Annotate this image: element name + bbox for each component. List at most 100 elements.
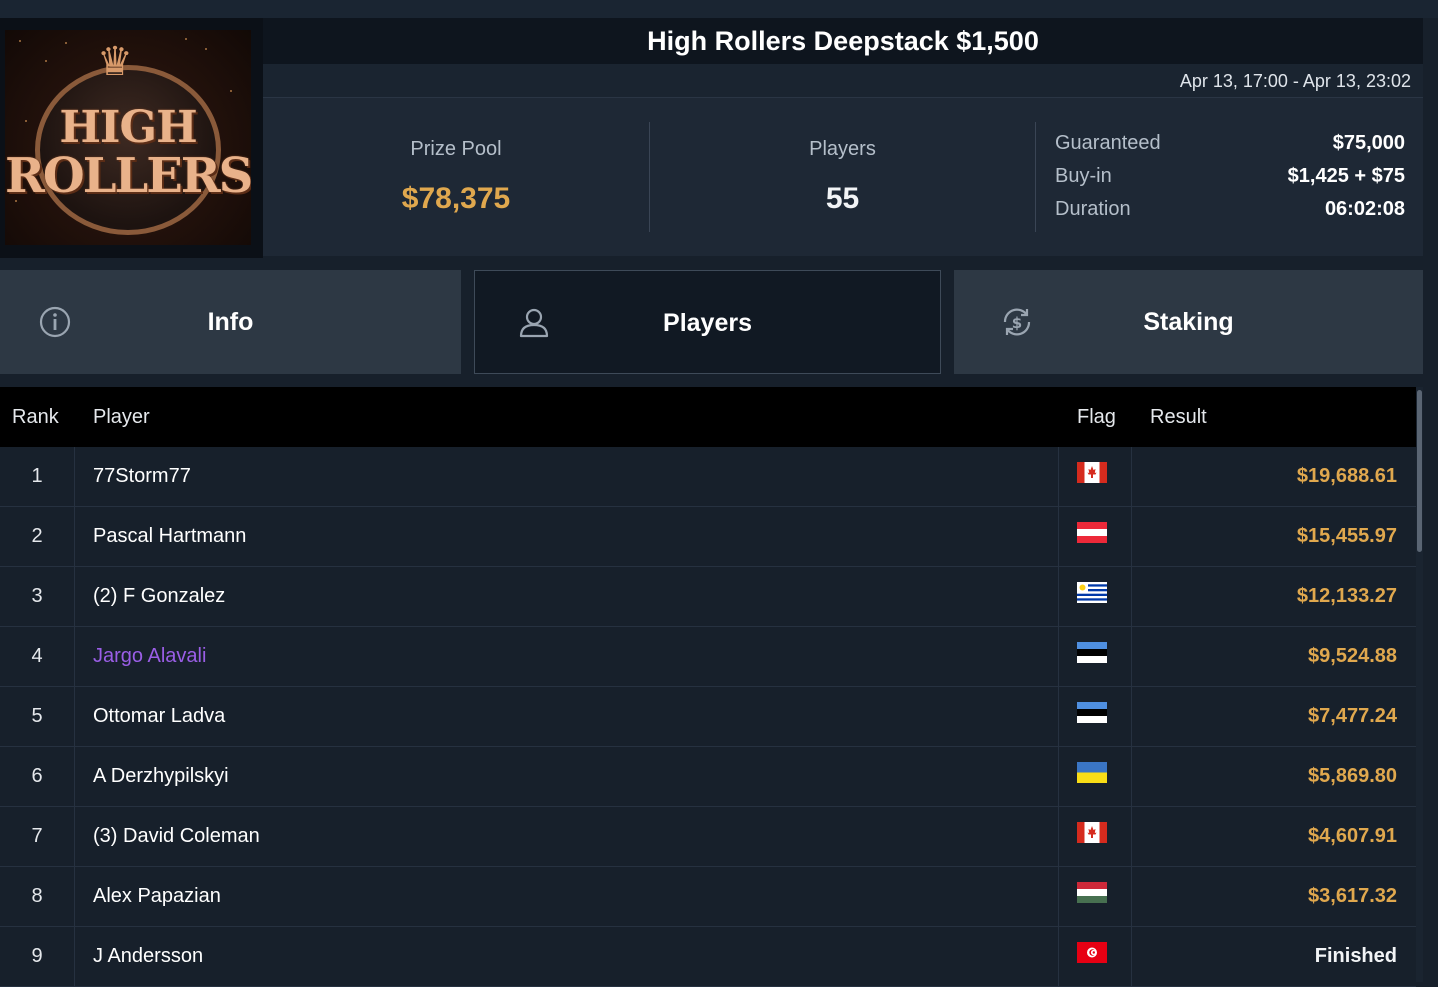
estonia-flag-icon [1077, 642, 1107, 663]
date-bar: Apr 13, 17:00 - Apr 13, 23:02 [263, 64, 1423, 97]
player-name: Pascal Hartmann [93, 525, 247, 547]
tournament-date-range: Apr 13, 17:00 - Apr 13, 23:02 [1179, 71, 1411, 91]
column-divider [1131, 447, 1132, 506]
canada-flag-icon [1077, 462, 1107, 483]
guaranteed-value: $75,000 [1332, 132, 1405, 154]
result-cell: $9,524.88 [1308, 645, 1397, 667]
rank-cell: 4 [31, 645, 43, 667]
column-divider [74, 807, 75, 866]
column-divider [74, 567, 75, 626]
table-row[interactable]: 7 (3) David Coleman $4,607.91 [0, 807, 1416, 867]
duration-label: Duration [1055, 198, 1131, 220]
column-divider [1131, 507, 1132, 566]
column-divider [1058, 867, 1059, 926]
result-cell: $4,607.91 [1308, 825, 1397, 847]
crown-icon: ♛ [97, 40, 133, 84]
column-divider [1131, 867, 1132, 926]
table-row[interactable]: 8 Alex Papazian $3,617.32 [0, 867, 1416, 927]
result-cell: $3,617.32 [1308, 885, 1397, 907]
column-header-result[interactable]: Result [1150, 387, 1207, 447]
result-cell: Finished [1314, 945, 1397, 967]
column-divider [1131, 627, 1132, 686]
buy-in-value: $1,425 + $75 [1287, 165, 1405, 187]
result-cell: $7,477.24 [1308, 705, 1397, 727]
table-row[interactable]: 3 (2) F Gonzalez $12,133.27 [0, 567, 1416, 627]
result-cell: $5,869.80 [1308, 765, 1397, 787]
player-name: Ottomar Ladva [93, 705, 226, 727]
rank-cell: 3 [31, 585, 43, 607]
guaranteed-label: Guaranteed [1055, 132, 1161, 154]
column-header-rank[interactable]: Rank [12, 387, 59, 447]
canada-flag-icon [1077, 822, 1107, 843]
title-bar: High Rollers Deepstack $1,500 [263, 18, 1423, 64]
column-divider [1131, 807, 1132, 866]
tab-staking-label: Staking [1143, 308, 1234, 336]
table-row[interactable]: 6 A Derzhypilskyi $5,869.80 [0, 747, 1416, 807]
column-divider [74, 447, 75, 506]
tournament-logo: ♛ HIGH ROLLERS [0, 18, 263, 258]
column-divider [74, 927, 75, 986]
column-divider [74, 627, 75, 686]
result-cell: $12,133.27 [1296, 585, 1397, 607]
table-header: Rank Player Flag Result [0, 387, 1416, 447]
rank-cell: 6 [31, 765, 43, 787]
players-label: Players [809, 138, 876, 160]
column-header-player[interactable]: Player [93, 387, 150, 447]
buy-in-row: Buy-in $1,425 + $75 [1055, 165, 1405, 195]
table-row[interactable]: 4 Jargo Alavali $9,524.88 [0, 627, 1416, 687]
column-divider [1131, 567, 1132, 626]
column-divider [1058, 507, 1059, 566]
player-name[interactable]: Jargo Alavali [93, 627, 206, 686]
duration-value: 06:02:08 [1324, 198, 1405, 220]
rank-cell: 5 [31, 705, 43, 727]
column-divider [74, 687, 75, 746]
rank-cell: 7 [31, 825, 43, 847]
column-divider [1058, 807, 1059, 866]
player-name: J Andersson [93, 945, 204, 967]
player-name: 77Storm77 [93, 465, 191, 487]
table-row[interactable]: 5 Ottomar Ladva $7,477.24 [0, 687, 1416, 747]
player-name: (2) F Gonzalez [93, 585, 226, 607]
tab-players-label: Players [663, 309, 752, 337]
tournament-title: High Rollers Deepstack $1,500 [647, 26, 1039, 56]
top-strip [0, 0, 1438, 18]
rank-cell: 2 [31, 525, 43, 547]
result-cell: $19,688.61 [1296, 465, 1397, 487]
uruguay-flag-icon [1077, 582, 1107, 603]
column-divider [1058, 567, 1059, 626]
column-divider [1131, 687, 1132, 746]
prize-pool-label: Prize Pool [410, 138, 502, 160]
table-row[interactable]: 9 J Andersson Finished [0, 927, 1416, 987]
player-name: (3) David Coleman [93, 825, 260, 847]
players-stat: Players 55 [650, 122, 1035, 232]
column-divider [1058, 747, 1059, 806]
column-divider [74, 867, 75, 926]
logo-image: ♛ HIGH ROLLERS [5, 30, 251, 245]
logo-text-high: HIGH [59, 102, 197, 153]
table-row[interactable]: 1 77Storm77 $19,688.61 [0, 447, 1416, 507]
tab-players[interactable]: Players [474, 270, 941, 374]
column-divider [1131, 747, 1132, 806]
guaranteed-row: Guaranteed $75,000 [1055, 132, 1405, 162]
tab-info[interactable]: Info [0, 270, 461, 374]
rank-cell: 9 [31, 945, 43, 967]
prize-pool-value: $78,375 [401, 182, 511, 215]
result-cell: $15,455.97 [1296, 525, 1397, 547]
column-divider [1131, 927, 1132, 986]
rank-cell: 8 [31, 885, 43, 907]
tab-staking[interactable]: $ Staking [954, 270, 1423, 374]
column-divider [74, 747, 75, 806]
column-divider [74, 507, 75, 566]
buy-in-label: Buy-in [1055, 165, 1112, 187]
table-row[interactable]: 2 Pascal Hartmann $15,455.97 [0, 507, 1416, 567]
player-name: Alex Papazian [93, 885, 221, 907]
austria-flag-icon [1077, 522, 1107, 543]
duration-row: Duration 06:02:08 [1055, 198, 1405, 228]
estonia-flag-icon [1077, 702, 1107, 723]
scrollbar-thumb[interactable] [1417, 390, 1422, 552]
players-value: 55 [825, 182, 860, 215]
column-header-flag[interactable]: Flag [1077, 387, 1116, 447]
column-divider [1058, 927, 1059, 986]
prize-pool-stat: Prize Pool $78,375 [263, 122, 649, 232]
rank-cell: 1 [31, 465, 43, 487]
